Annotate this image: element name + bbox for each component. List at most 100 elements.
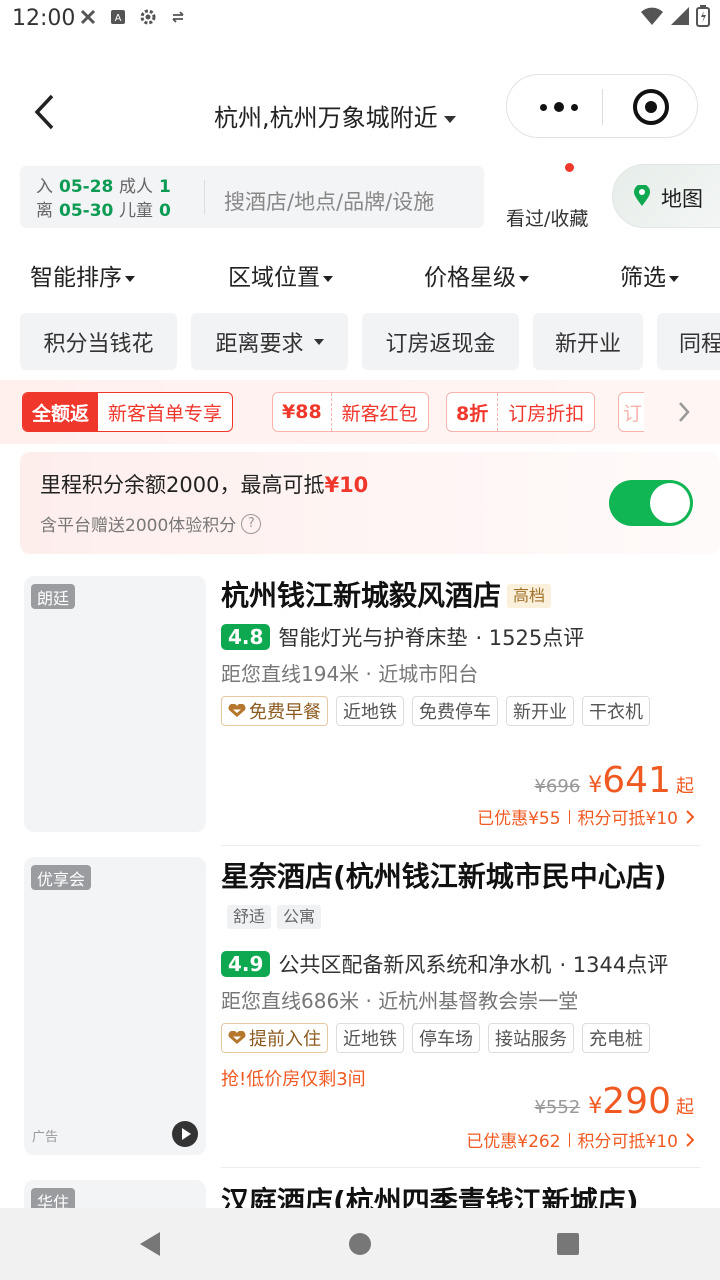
close-mini-program-button[interactable] xyxy=(633,89,669,125)
original-price: ¥552 xyxy=(534,1097,581,1118)
quick-filter-chips: 积分当钱花 距离要求 订房返现金 新开业 同程 xyxy=(0,313,720,371)
tier-badge: 公寓 xyxy=(277,905,322,929)
more-button[interactable] xyxy=(531,93,587,121)
brand-badge: 朗廷 xyxy=(31,584,76,609)
caret-down-icon xyxy=(125,275,135,282)
tier-badge: 高档 xyxy=(507,584,552,608)
location-selector[interactable]: 杭州,杭州万象城附近 xyxy=(214,98,456,133)
heart-icon xyxy=(228,1031,246,1044)
caret-down-icon xyxy=(519,275,529,282)
caret-down-icon xyxy=(669,275,679,282)
a-icon: A xyxy=(108,7,128,27)
dot-icon xyxy=(571,103,578,111)
facility-tag: 免费停车 xyxy=(412,696,498,726)
checkin-date: 05-28 xyxy=(59,177,114,197)
play-icon[interactable] xyxy=(172,1121,198,1147)
points-offset: 积分可抵¥10 xyxy=(577,809,678,829)
price-suffix: 起 xyxy=(676,776,694,797)
special-tag: 免费早餐 xyxy=(221,696,328,726)
ad-label: 广告 xyxy=(32,1130,59,1145)
facility-tags: 免费早餐 近地铁 免费停车 新开业 干衣机 xyxy=(221,696,701,728)
promo-head: ¥88 xyxy=(282,401,322,423)
points-toggle[interactable] xyxy=(609,480,693,526)
hotel-image[interactable]: 优享会 广告 xyxy=(24,857,206,1155)
promo-body: 订 xyxy=(623,402,643,425)
chip-label: 积分当钱花 xyxy=(43,331,154,357)
price-suffix: 起 xyxy=(676,1097,694,1118)
hotel-card[interactable]: 朗廷 杭州钱江新城毅风酒店 高档 4.8 智能灯光与护脊床垫 · 1525点评 距… xyxy=(0,576,720,834)
points-subtitle-text: 含平台赠送2000体验积分 xyxy=(40,516,237,536)
chip-label: 距离要求 xyxy=(215,331,304,357)
chevron-right-icon xyxy=(686,1132,694,1147)
date-guest-selector[interactable]: 入 05-28 成人 1 离 05-30 儿童 0 xyxy=(36,175,186,223)
promo-body: 新客首单专享 xyxy=(108,402,223,425)
hotel-image[interactable]: 朗廷 xyxy=(24,576,206,832)
hotel-name: 星奈酒店(杭州钱江新城市民中心店) 舒适 公寓 xyxy=(221,857,681,937)
nav-home-button[interactable] xyxy=(344,1228,376,1260)
promo-more-button[interactable] xyxy=(672,394,696,430)
discount-line: 已优惠¥262 积分可抵¥10 xyxy=(466,1127,694,1152)
back-arrow-icon xyxy=(34,94,54,130)
map-button[interactable]: 地图 xyxy=(612,164,720,228)
points-amount: ¥10 xyxy=(324,473,369,497)
nav-back-button[interactable] xyxy=(134,1228,166,1260)
dot-icon xyxy=(554,102,564,112)
hotel-card[interactable]: 优享会 广告 星奈酒店(杭州钱江新城市民中心店) 舒适 公寓 4.9 公共区配备新风… xyxy=(0,857,720,1157)
mini-program-capsule xyxy=(506,74,698,138)
facility-tag: 停车场 xyxy=(412,1023,480,1053)
favorites-button[interactable]: 看过/收藏 xyxy=(502,163,602,230)
chip-new-open[interactable]: 新开业 xyxy=(533,313,643,370)
search-box: 入 05-28 成人 1 离 05-30 儿童 0 搜酒店/地点/品牌/设施 xyxy=(20,166,484,228)
hotel-info: 杭州钱江新城毅风酒店 高档 4.8 智能灯光与护脊床垫 · 1525点评 距您直线… xyxy=(221,576,701,728)
capsule-divider xyxy=(602,89,603,125)
promo-discount[interactable]: 8折 订房折扣 xyxy=(446,392,596,432)
points-card: 里程积分余额2000，最高可抵¥10 含平台赠送2000体验积分 ? xyxy=(20,452,720,554)
signal-icon xyxy=(670,6,690,30)
chip-points[interactable]: 积分当钱花 xyxy=(20,313,177,370)
promo-head: 全额返 xyxy=(23,393,99,431)
chip-label: 订房返现金 xyxy=(385,331,496,357)
special-tag-label: 免费早餐 xyxy=(249,702,321,723)
promo-full-rebate[interactable]: 全额返 新客首单专享 xyxy=(22,392,234,432)
currency-symbol: ¥ xyxy=(588,773,603,798)
sort-price-star[interactable]: 价格星级 xyxy=(424,258,529,292)
rating-score: 4.9 xyxy=(221,951,271,977)
promo-red-packet[interactable]: ¥88 新客红包 xyxy=(272,392,429,432)
promo-body: 新客红包 xyxy=(330,393,428,431)
facility-tag: 充电桩 xyxy=(582,1023,650,1053)
card-divider xyxy=(221,845,700,846)
search-row: 入 05-28 成人 1 离 05-30 儿童 0 搜酒店/地点/品牌/设施 看… xyxy=(0,163,720,234)
chip-tongcheng[interactable]: 同程 xyxy=(657,313,720,370)
discount-amount: 已优惠¥55 xyxy=(477,809,561,829)
sort-area[interactable]: 区域位置 xyxy=(228,258,333,292)
status-bar: 12:00 A xyxy=(0,0,720,36)
back-button[interactable] xyxy=(24,92,64,132)
map-pin-icon xyxy=(634,185,650,206)
sort-filter[interactable]: 筛选 xyxy=(620,258,679,292)
sort-smart-label: 智能排序 xyxy=(30,265,122,291)
review-count: · 1344点评 xyxy=(559,953,669,977)
help-icon[interactable]: ? xyxy=(241,513,262,534)
chip-distance[interactable]: 距离要求 xyxy=(191,313,348,370)
sort-smart[interactable]: 智能排序 xyxy=(30,258,135,292)
checkin-label: 入 xyxy=(36,177,53,197)
header: 杭州,杭州万象城附近 xyxy=(0,72,720,152)
search-input[interactable]: 搜酒店/地点/品牌/设施 xyxy=(224,186,434,216)
promo-partial[interactable]: 订 xyxy=(618,392,644,432)
sort-bar: 智能排序 区域位置 价格星级 筛选 xyxy=(0,250,720,300)
nav-recents-button[interactable] xyxy=(552,1228,584,1260)
promo-body: 订房折扣 xyxy=(497,393,594,431)
facility-tags: 提前入住 近地铁 停车场 接站服务 充电桩 xyxy=(221,1023,701,1055)
sort-area-label: 区域位置 xyxy=(228,265,320,291)
chip-cashback[interactable]: 订房返现金 xyxy=(362,313,519,370)
heart-icon xyxy=(228,704,246,717)
sort-filter-label: 筛选 xyxy=(620,265,666,291)
gear-icon xyxy=(138,7,158,27)
adults-label: 成人 xyxy=(119,177,153,197)
facility-tag: 接站服务 xyxy=(488,1023,574,1053)
separator xyxy=(568,1132,570,1147)
chevron-right-icon xyxy=(679,402,690,422)
rating-line: 4.8 智能灯光与护脊床垫 · 1525点评 xyxy=(221,620,701,654)
status-time: 12:00 xyxy=(12,6,76,31)
adults-count: 1 xyxy=(159,177,171,197)
